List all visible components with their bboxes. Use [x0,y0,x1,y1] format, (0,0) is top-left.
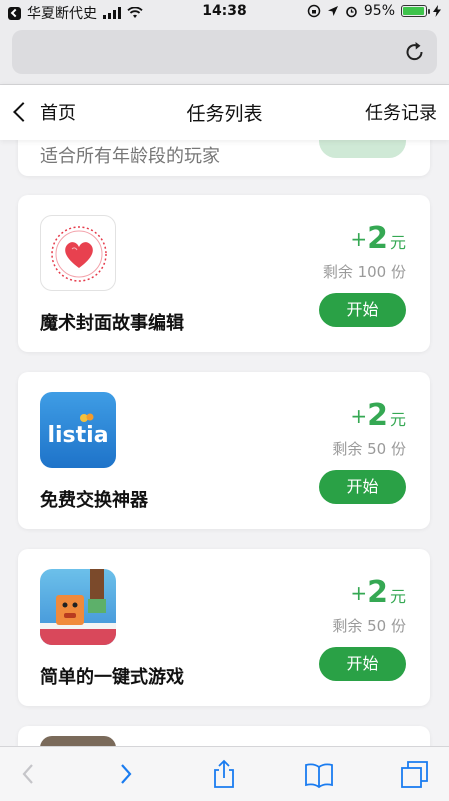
heart-stamp-icon [40,215,116,291]
task-subtitle: 适合所有年龄段的玩家 [40,146,220,167]
address-bar [0,26,449,85]
location-icon [327,6,338,16]
listia-logo-icon: listia [40,392,116,468]
reward-plus: + [350,227,368,251]
share-icon[interactable] [209,759,239,789]
nav-bar: 首页 任务列表 任务记录 [0,85,449,140]
task-icon-partial [40,736,116,746]
block-game-icon [40,569,116,645]
task-card: 魔术封面故事编辑 +2 元 剩余 100 份 开始 [18,195,430,352]
reward-number: 2 [367,575,388,610]
reward-plus: + [350,404,368,428]
remaining-count: 剩余 50 份 [332,440,406,458]
start-button[interactable] [319,140,406,158]
reward-amount: +2 元 [350,398,406,433]
task-card: 简单的一键式游戏 +2 元 剩余 50 份 开始 [18,549,430,706]
task-name: 免费交换神器 [40,490,148,511]
reward-number: 2 [367,398,388,433]
url-field[interactable] [12,30,437,74]
tabs-icon[interactable] [400,759,430,789]
reload-icon[interactable] [403,41,427,63]
reward-number: 2 [367,221,388,256]
start-button[interactable]: 开始 [319,470,406,504]
charging-icon [433,5,441,17]
bookmarks-icon[interactable] [304,759,334,789]
task-list[interactable]: 适合所有年龄段的玩家 魔术封面故事编辑 +2 元 剩余 100 份 开始 list… [0,140,449,746]
reward-amount: +2 元 [350,221,406,256]
remaining-count: 剩余 100 份 [322,263,406,281]
task-records-link[interactable]: 任务记录 [365,99,437,125]
status-right: 95% [307,3,441,19]
task-name: 简单的一键式游戏 [40,667,184,688]
reward-plus: + [350,581,368,605]
reward-amount: +2 元 [350,575,406,610]
task-card: listia 免费交换神器 +2 元 剩余 50 份 开始 [18,372,430,529]
start-button[interactable]: 开始 [319,293,406,327]
browser-toolbar [0,746,449,801]
reward-unit: 元 [389,410,406,429]
task-card-partial [18,726,430,746]
listia-logo-text: listia [47,423,108,448]
battery-icon [401,5,430,17]
start-button[interactable]: 开始 [319,647,406,681]
alarm-icon [346,6,357,17]
task-card-partial: 适合所有年龄段的玩家 [18,140,430,176]
battery-percent: 95% [363,3,395,19]
reward-unit: 元 [389,587,406,606]
rotation-lock-icon [307,4,321,18]
back-arrow-icon[interactable] [14,759,44,789]
battery-fill [403,7,424,15]
status-bar: 华夏断代史 14:38 95% [0,0,449,26]
forward-arrow-icon[interactable] [110,759,140,789]
remaining-count: 剩余 50 份 [332,617,406,635]
task-name: 魔术封面故事编辑 [40,313,184,334]
reward-unit: 元 [389,233,406,252]
